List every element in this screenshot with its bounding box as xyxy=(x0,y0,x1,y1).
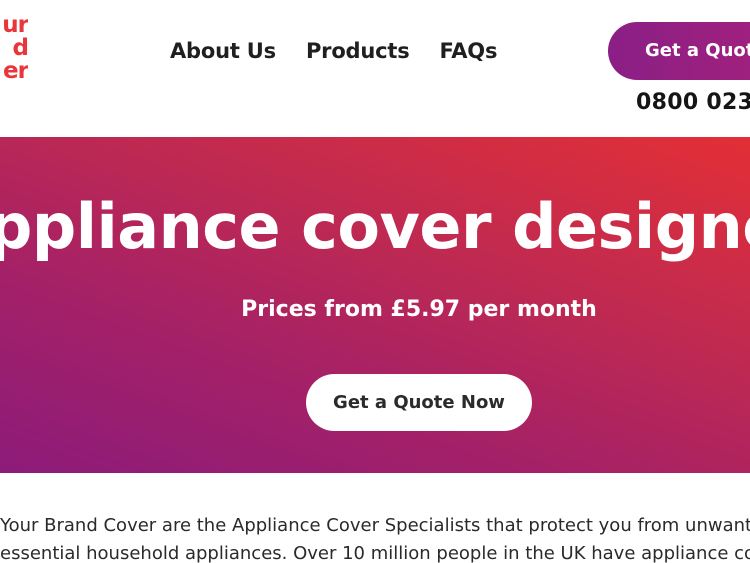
main-nav: About Us Products FAQs xyxy=(170,36,497,66)
page: ur d er About Us Products FAQs Get a Quo… xyxy=(0,0,750,563)
hero-subtitle: Prices from £5.97 per month xyxy=(241,297,597,322)
nav-faqs[interactable]: FAQs xyxy=(440,39,498,63)
nav-about-us[interactable]: About Us xyxy=(170,39,276,63)
phone-number-link[interactable]: 0800 023 9 xyxy=(636,90,750,115)
brand-logo[interactable]: ur d er xyxy=(0,14,28,94)
intro-line-1: Your Brand Cover are the Appliance Cover… xyxy=(0,515,750,536)
hero-get-quote-now-button[interactable]: Get a Quote Now xyxy=(306,374,532,431)
intro-line-2: essential household appliances. Over 10 … xyxy=(0,543,750,563)
intro-text: Your Brand Cover are the Appliance Cover… xyxy=(0,512,750,563)
logo-line-1: ur xyxy=(2,14,28,38)
logo-line-3: er xyxy=(3,58,28,84)
nav-products[interactable]: Products xyxy=(306,39,410,63)
logo-line-2: d xyxy=(12,35,28,61)
hero-title: ppliance cover designed f xyxy=(0,190,750,263)
hero-banner: ppliance cover designed f Prices from £5… xyxy=(0,137,750,473)
site-header: ur d er About Us Products FAQs Get a Quo… xyxy=(0,0,750,137)
header-get-quote-button[interactable]: Get a Quote xyxy=(608,22,750,80)
